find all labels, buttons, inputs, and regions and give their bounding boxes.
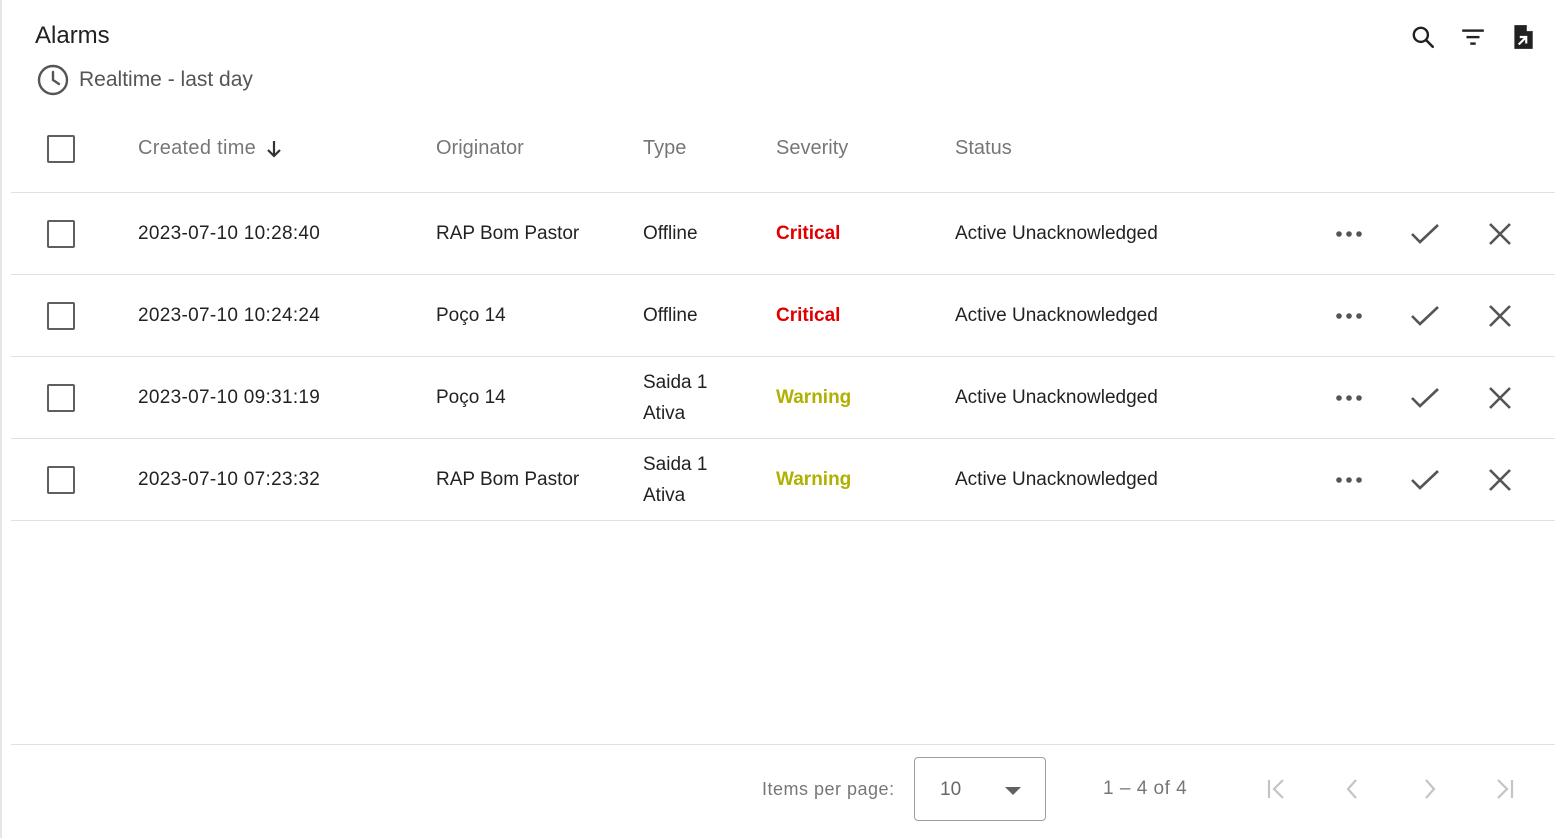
page-range-label: 1 – 4 of 4 bbox=[1103, 778, 1188, 799]
clear-button[interactable] bbox=[1488, 468, 1512, 492]
chevron-left-icon bbox=[1346, 779, 1357, 799]
created-time-cell: 2023-07-10 10:28:40 bbox=[138, 222, 321, 244]
originator-cell: RAP Bom Pastor bbox=[436, 222, 580, 244]
alarms-table: Created time Originator Type Severity St… bbox=[11, 105, 1555, 521]
select-all-checkbox[interactable] bbox=[47, 134, 75, 163]
check-icon bbox=[1411, 223, 1439, 244]
dropdown-arrow-icon bbox=[1005, 787, 1021, 795]
alarms-widget: Alarms Realtime - last day Created time … bbox=[0, 0, 1558, 838]
more-horiz-icon bbox=[1336, 312, 1362, 319]
arrow-down-icon bbox=[266, 139, 282, 159]
row-checkbox[interactable] bbox=[47, 219, 75, 248]
created-time-cell: 2023-07-10 10:24:24 bbox=[138, 304, 321, 326]
severity-cell: Critical bbox=[776, 304, 841, 326]
acknowledge-button[interactable] bbox=[1410, 386, 1440, 410]
created-time-cell: 2023-07-10 09:31:19 bbox=[138, 386, 321, 408]
more-details-button[interactable] bbox=[1335, 394, 1363, 402]
check-icon bbox=[1411, 387, 1439, 408]
page-size-value: 10 bbox=[940, 779, 962, 800]
paginator-divider bbox=[11, 744, 1555, 745]
export-button[interactable] bbox=[1498, 20, 1548, 54]
search-icon bbox=[1412, 26, 1435, 49]
column-header-created-time[interactable]: Created time bbox=[138, 105, 418, 192]
check-icon bbox=[1411, 469, 1439, 490]
status-cell: Active Unacknowledged bbox=[955, 304, 1158, 326]
table-row[interactable]: 2023-07-10 07:23:32 RAP Bom Pastor Saida… bbox=[11, 439, 1555, 521]
export-file-icon bbox=[1514, 25, 1533, 49]
timewindow-selector[interactable]: Realtime - last day bbox=[37, 64, 253, 96]
acknowledge-button[interactable] bbox=[1410, 222, 1440, 246]
column-header-label: Created time bbox=[138, 137, 257, 159]
row-checkbox[interactable] bbox=[47, 465, 75, 494]
widget-title: Alarms bbox=[35, 22, 110, 49]
previous-page-button[interactable] bbox=[1335, 771, 1371, 807]
next-page-button[interactable] bbox=[1411, 771, 1447, 807]
column-header-severity[interactable]: Severity bbox=[776, 105, 936, 192]
type-cell: Offline bbox=[643, 305, 698, 326]
clock-icon bbox=[37, 64, 69, 96]
close-icon bbox=[1489, 222, 1511, 245]
items-per-page-label: Items per page: bbox=[762, 779, 895, 799]
last-page-button[interactable] bbox=[1486, 771, 1522, 807]
timewindow-label: Realtime - last day bbox=[79, 68, 253, 91]
originator-cell: Poço 14 bbox=[436, 304, 506, 326]
table-row[interactable]: 2023-07-10 10:28:40 RAP Bom Pastor Offli… bbox=[11, 193, 1555, 275]
more-details-button[interactable] bbox=[1335, 312, 1363, 320]
originator-cell: Poço 14 bbox=[436, 386, 506, 408]
severity-cell: Critical bbox=[776, 222, 841, 244]
column-header-originator[interactable]: Originator bbox=[436, 105, 636, 192]
close-icon bbox=[1489, 468, 1511, 491]
status-cell: Active Unacknowledged bbox=[955, 468, 1158, 490]
page-size-select[interactable]: 10 bbox=[914, 757, 1046, 821]
more-details-button[interactable] bbox=[1335, 230, 1363, 238]
close-icon bbox=[1489, 304, 1511, 327]
originator-cell: RAP Bom Pastor bbox=[436, 468, 580, 490]
search-button[interactable] bbox=[1398, 20, 1448, 54]
paginator: Items per page: 10 1 – 4 of 4 bbox=[2, 757, 1558, 821]
column-header-status[interactable]: Status bbox=[955, 105, 1285, 192]
clear-button[interactable] bbox=[1488, 222, 1512, 246]
first-page-button[interactable] bbox=[1259, 771, 1295, 807]
clear-button[interactable] bbox=[1488, 386, 1512, 410]
column-header-type[interactable]: Type bbox=[643, 105, 753, 192]
severity-cell: Warning bbox=[776, 468, 852, 490]
chevron-right-icon bbox=[1425, 779, 1436, 799]
more-horiz-icon bbox=[1336, 476, 1362, 483]
widget-toolbar bbox=[1398, 20, 1548, 54]
filter-button[interactable] bbox=[1448, 20, 1498, 54]
more-details-button[interactable] bbox=[1335, 476, 1363, 484]
acknowledge-button[interactable] bbox=[1410, 468, 1440, 492]
table-header-row: Created time Originator Type Severity St… bbox=[11, 105, 1555, 193]
severity-cell: Warning bbox=[776, 386, 852, 408]
check-icon bbox=[1411, 305, 1439, 326]
first-page-icon bbox=[1267, 779, 1284, 799]
clear-button[interactable] bbox=[1488, 304, 1512, 328]
status-cell: Active Unacknowledged bbox=[955, 222, 1158, 244]
acknowledge-button[interactable] bbox=[1410, 304, 1440, 328]
type-cell: Saida 1 Ativa bbox=[643, 453, 708, 506]
row-checkbox[interactable] bbox=[47, 301, 75, 330]
more-horiz-icon bbox=[1336, 230, 1362, 237]
type-cell: Saida 1 Ativa bbox=[643, 371, 708, 424]
status-cell: Active Unacknowledged bbox=[955, 386, 1158, 408]
row-checkbox[interactable] bbox=[47, 383, 75, 412]
last-page-icon bbox=[1497, 779, 1514, 799]
close-icon bbox=[1489, 386, 1511, 409]
more-horiz-icon bbox=[1336, 394, 1362, 401]
filter-icon bbox=[1462, 29, 1484, 45]
table-row[interactable]: 2023-07-10 09:31:19 Poço 14 Saida 1 Ativ… bbox=[11, 357, 1555, 439]
table-row[interactable]: 2023-07-10 10:24:24 Poço 14 Offline Crit… bbox=[11, 275, 1555, 357]
type-cell: Offline bbox=[643, 223, 698, 244]
created-time-cell: 2023-07-10 07:23:32 bbox=[138, 468, 321, 490]
